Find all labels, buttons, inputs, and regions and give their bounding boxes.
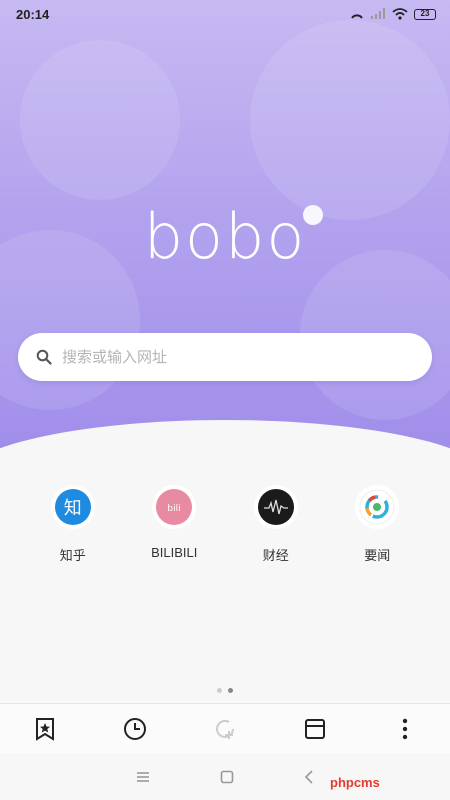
bookmarks-button[interactable] (25, 709, 65, 749)
battery-icon: 23 (414, 8, 436, 20)
logo-dot (303, 205, 323, 225)
page-dot (217, 688, 222, 693)
watermark: phpcms (330, 775, 380, 790)
status-time: 20:14 (16, 6, 50, 22)
back-icon[interactable] (304, 769, 314, 784)
decor-bubble (250, 20, 450, 220)
page-dot-active (228, 688, 233, 693)
shortcut-zhihu[interactable]: 知 知乎 (33, 485, 113, 564)
bottom-toolbar (0, 703, 450, 753)
news-icon (355, 485, 400, 529)
zhihu-icon: 知 (50, 485, 95, 529)
shortcut-grid: 知 知乎 bili BILIBILI 财经 要闻 (0, 485, 450, 564)
bilibili-icon: bili (152, 485, 197, 529)
menu-icon[interactable] (136, 771, 150, 783)
search-input[interactable] (62, 348, 392, 366)
home-icon[interactable] (220, 770, 234, 784)
status-bar: 20:14 23 (0, 0, 450, 28)
svg-text:bili: bili (168, 504, 181, 514)
app-logo: bobo (143, 200, 307, 273)
menu-button[interactable] (385, 709, 425, 749)
tabs-icon (305, 718, 325, 739)
bookmark-star-icon (36, 717, 54, 741)
refresh-plus-icon (216, 719, 234, 739)
shortcut-bilibili[interactable]: bili BILIBILI (134, 485, 214, 564)
decor-bubble (20, 40, 180, 200)
shortcut-label: BILIBILI (151, 545, 198, 560)
shortcut-finance[interactable]: 财经 (236, 485, 316, 564)
history-button[interactable] (115, 709, 155, 749)
wifi-icon (392, 8, 408, 20)
system-navigation-bar (0, 753, 450, 800)
alarm-icon (351, 14, 363, 19)
tabs-button[interactable] (295, 709, 335, 749)
shortcut-news[interactable]: 要闻 (337, 485, 417, 564)
finance-icon (253, 485, 298, 529)
shortcut-label: 要闻 (364, 548, 391, 563)
clock-icon (124, 717, 146, 740)
zhihu-glyph: 知 (54, 489, 91, 525)
search-bar[interactable] (18, 333, 432, 381)
shortcut-label: 财经 (262, 548, 289, 563)
signal-icon (371, 8, 385, 19)
refresh-button[interactable] (205, 709, 245, 749)
wave-divider (0, 420, 450, 470)
shortcut-label: 知乎 (59, 548, 86, 563)
page-indicator (0, 688, 450, 693)
search-icon (36, 349, 52, 365)
more-vertical-icon (402, 718, 408, 739)
